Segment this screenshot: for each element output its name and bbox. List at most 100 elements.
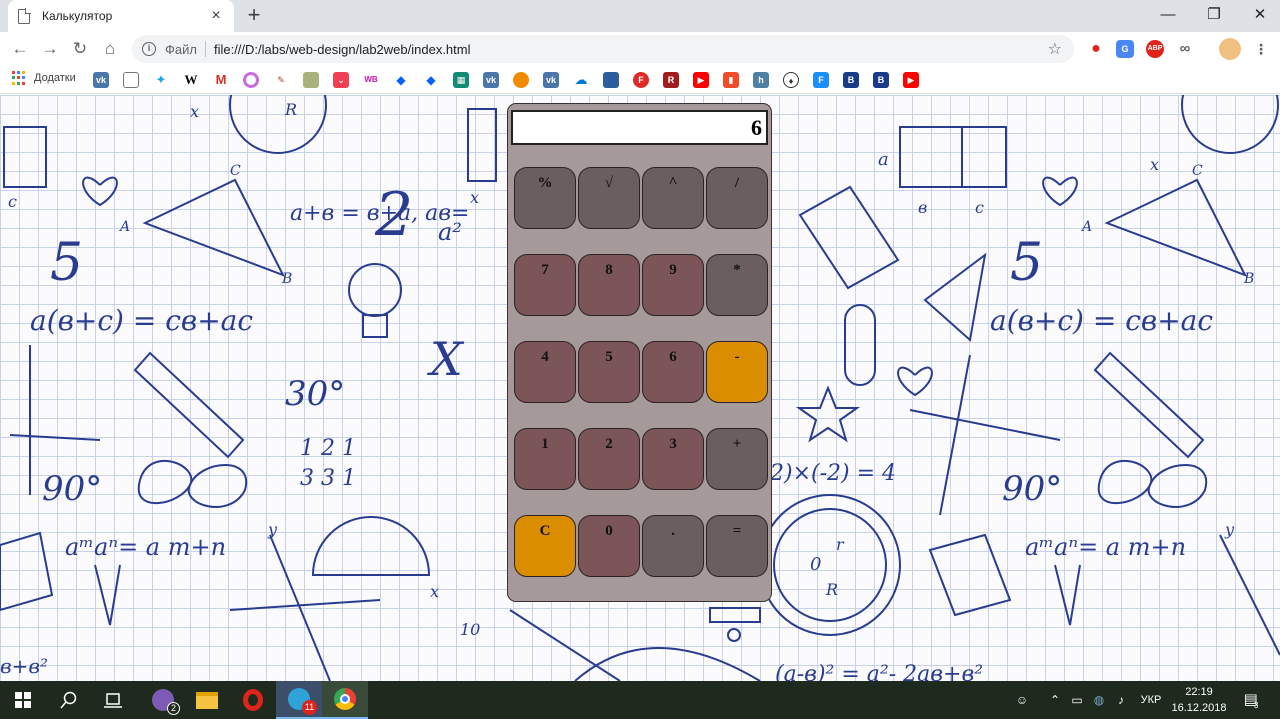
svg-text:A: A	[118, 219, 130, 235]
chrome-icon[interactable]	[322, 681, 368, 719]
infinity-icon[interactable]: ∞	[1176, 40, 1194, 58]
key-multiply-button[interactable]: *	[706, 254, 768, 316]
pocket-bookmark-icon[interactable]: ⌄	[333, 72, 349, 88]
pdf-bookmark-icon[interactable]: ▮	[723, 72, 739, 88]
firefox-bookmark-icon[interactable]	[513, 72, 529, 88]
youtube-bookmark-icon[interactable]: ▶	[903, 72, 919, 88]
notification-icon[interactable]: ▤3	[1238, 681, 1268, 719]
svg-text:X: X	[427, 332, 465, 386]
key-sqrt-button[interactable]: √	[578, 167, 640, 229]
key-8-button[interactable]: 8	[578, 254, 640, 316]
dropbox-bookmark-icon[interactable]: ◆	[423, 72, 439, 88]
home-button[interactable]: ⌂	[98, 37, 122, 61]
key-5-button[interactable]: 5	[578, 341, 640, 403]
tab-calculator[interactable]: Калькулятор ×	[8, 0, 234, 32]
image-bookmark-icon[interactable]	[603, 72, 619, 88]
key-1-button[interactable]: 1	[514, 428, 576, 490]
pen-bookmark-icon[interactable]: ✎	[273, 72, 289, 88]
forward-button[interactable]: →	[38, 37, 62, 61]
apps-shortcut[interactable]: Додатки	[12, 71, 76, 85]
chart-bookmark-icon[interactable]: ▦	[453, 72, 469, 88]
gmail-bookmark-icon[interactable]: M	[213, 72, 229, 88]
viber-icon[interactable]: 2	[140, 681, 186, 719]
twitter-bookmark-icon[interactable]: ✦	[153, 72, 169, 88]
people-icon[interactable]: ☺	[1012, 681, 1032, 719]
reload-button[interactable]: ↻	[68, 37, 92, 61]
opera-icon[interactable]	[230, 681, 276, 719]
telegram-badge: 11	[302, 700, 317, 715]
key-clear-button[interactable]: C	[514, 515, 576, 577]
chevron-up-icon[interactable]: ⌃	[1046, 681, 1064, 719]
info-icon[interactable]: i	[142, 42, 156, 56]
youtube-bookmark-icon[interactable]: ▶	[693, 72, 709, 88]
volume-icon[interactable]: ♪	[1112, 681, 1130, 719]
tab-title: Калькулятор	[42, 9, 113, 23]
clock[interactable]: 22:19 16.12.2018	[1166, 684, 1232, 716]
key-6-button[interactable]: 6	[642, 341, 704, 403]
b-bookmark-icon[interactable]: B	[873, 72, 889, 88]
title-bar: Калькулятор × + — ❐ ✕	[0, 0, 1280, 32]
battery-icon[interactable]: ▭	[1068, 681, 1086, 719]
key-0-button[interactable]: 0	[578, 515, 640, 577]
key-2-button[interactable]: 2	[578, 428, 640, 490]
svg-text:10: 10	[460, 620, 480, 639]
telegram-icon[interactable]: 11	[276, 681, 322, 719]
flipboard-bookmark-icon[interactable]: F	[633, 72, 649, 88]
h-bookmark-icon[interactable]: h	[753, 72, 769, 88]
explorer-icon[interactable]	[184, 681, 230, 719]
svg-text:(a-в)² = a²- 2aв+в²: (a-в)² = a²- 2aв+в²	[775, 662, 983, 681]
key-minus-button[interactable]: -	[706, 341, 768, 403]
vk-bookmark-icon[interactable]: vk	[483, 72, 499, 88]
vk-bookmark-icon[interactable]: vk	[543, 72, 559, 88]
windows-taskbar: 2 11 ☺ ⌃ ▭ ◍ ♪ УКР 22:19 16.12.2018 ▤3	[0, 681, 1280, 719]
key-divide-button[interactable]: /	[706, 167, 768, 229]
wb-bookmark-icon[interactable]: WB	[363, 72, 379, 88]
back-button[interactable]: ←	[8, 37, 32, 61]
minimize-button[interactable]: —	[1145, 0, 1191, 32]
maximize-button[interactable]: ❐	[1191, 0, 1237, 32]
svg-text:a: a	[878, 149, 889, 170]
key-4-button[interactable]: 4	[514, 341, 576, 403]
key-3-button[interactable]: 3	[642, 428, 704, 490]
svg-text:y: y	[1224, 520, 1235, 539]
bookmarks-bar: Додатки vk ✦ W M ✎ ⌄ WB ◆ ◆ ▦ vk vk ☁ F …	[0, 66, 1280, 94]
key-decimal-button[interactable]: .	[642, 515, 704, 577]
vk-bookmark-icon[interactable]: vk	[93, 72, 109, 88]
tab-close-button[interactable]: ×	[208, 8, 224, 24]
bookmark-star-icon[interactable]: ☆	[1048, 39, 1062, 59]
task-view-icon[interactable]	[90, 681, 136, 719]
profile-avatar[interactable]	[1219, 38, 1241, 60]
circle-bookmark-icon[interactable]	[243, 72, 259, 88]
f-bookmark-icon[interactable]: F	[813, 72, 829, 88]
url-text[interactable]: file:///D:/labs/web-design/lab2web/index…	[214, 42, 1048, 57]
svg-text:y: y	[267, 520, 278, 539]
network-icon[interactable]: ◍	[1090, 681, 1108, 719]
b-bookmark-icon[interactable]: B	[843, 72, 859, 88]
cloud-bookmark-icon[interactable]: ☁	[573, 72, 589, 88]
svg-text:30°: 30°	[285, 374, 345, 414]
adblock-icon[interactable]: ABP	[1146, 40, 1164, 58]
svg-text:5: 5	[1010, 233, 1043, 293]
key-9-button[interactable]: 9	[642, 254, 704, 316]
menu-icon[interactable]: ⋮	[1252, 40, 1270, 58]
opera-icon[interactable]: ●	[1087, 40, 1105, 58]
address-bar[interactable]: i Файл file:///D:/labs/web-design/lab2we…	[132, 35, 1074, 63]
key-7-button[interactable]: 7	[514, 254, 576, 316]
wikipedia-bookmark-icon[interactable]: W	[183, 72, 199, 88]
doc-bookmark-icon[interactable]	[123, 72, 139, 88]
key-equals-button[interactable]: =	[706, 515, 768, 577]
drop-bookmark-icon[interactable]: ♦	[783, 72, 799, 88]
key-power-button[interactable]: ^	[642, 167, 704, 229]
r-bookmark-icon[interactable]: R	[663, 72, 679, 88]
new-tab-button[interactable]: +	[243, 4, 265, 26]
close-window-button[interactable]: ✕	[1237, 0, 1280, 32]
translate-icon[interactable]: G	[1116, 40, 1134, 58]
language-indicator[interactable]: УКР	[1136, 681, 1166, 719]
dropbox-bookmark-icon[interactable]: ◆	[393, 72, 409, 88]
search-icon[interactable]	[46, 681, 92, 719]
key-percent-button[interactable]: %	[514, 167, 576, 229]
start-icon[interactable]	[0, 681, 46, 719]
image-bookmark-icon[interactable]	[303, 72, 319, 88]
key-plus-button[interactable]: +	[706, 428, 768, 490]
svg-text:B: B	[1243, 271, 1254, 287]
